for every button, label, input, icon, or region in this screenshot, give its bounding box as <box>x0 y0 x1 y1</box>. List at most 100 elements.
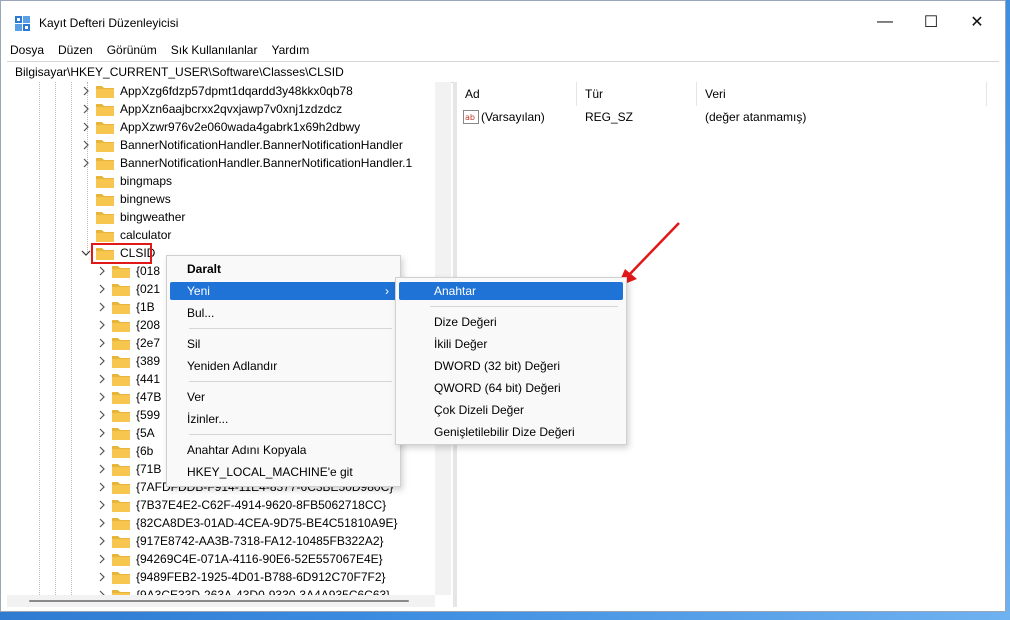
string-value-icon: ab <box>463 110 479 124</box>
chevron-right-icon[interactable] <box>97 266 107 276</box>
tree-item-child[interactable]: {917E8742-AA3B-7318-FA12-10485FB322A2} <box>97 532 384 550</box>
tree-item-label: {5A <box>136 426 155 440</box>
tree-item-child[interactable]: {82CA8DE3-01AD-4CEA-9D75-BE4C51810A9E} <box>97 514 398 532</box>
tree-item-child[interactable]: {2e7 <box>97 334 160 352</box>
value-type: REG_SZ <box>585 110 634 124</box>
tree-item-label: {1B <box>136 300 155 314</box>
tree-item-label: AppXzn6aajbcrxx2qvxjawp7v0xnj1zdzdcz <box>120 102 343 116</box>
chevron-right-icon[interactable] <box>97 482 107 492</box>
submenu-item-key[interactable]: Anahtar <box>399 282 623 300</box>
chevron-right-icon[interactable] <box>97 464 107 474</box>
tree-item-child[interactable]: {9489FEB2-1925-4D01-B788-6D912C70F7F2} <box>97 568 386 586</box>
chevron-right-icon[interactable] <box>97 446 107 456</box>
chevron-right-icon[interactable] <box>97 518 107 528</box>
tree-item-child[interactable]: {6b <box>97 442 153 460</box>
chevron-right-icon[interactable] <box>97 284 107 294</box>
registry-app-icon <box>15 16 30 31</box>
tree-item[interactable]: bingmaps <box>81 172 172 190</box>
tree-item[interactable]: AppXzg6fdzp57dpmt1dqardd3y48kkx0qb78 <box>81 82 353 100</box>
tree-item-child[interactable]: {71B <box>97 460 161 478</box>
scrollbar-thumb[interactable] <box>29 600 409 602</box>
menu-file[interactable]: Dosya <box>10 43 44 57</box>
menu-separator <box>430 306 618 307</box>
tree-horizontal-scrollbar[interactable] <box>7 595 435 607</box>
menu-separator <box>189 381 392 382</box>
tree-item-child[interactable]: {018 <box>97 262 160 280</box>
chevron-right-icon[interactable] <box>97 356 107 366</box>
tree-item[interactable]: bingweather <box>81 208 185 226</box>
menu-item-copy-key-name[interactable]: Anahtar Adını Kopyala <box>170 441 397 459</box>
tree-item[interactable]: calculator <box>81 226 171 244</box>
chevron-right-icon[interactable] <box>97 374 107 384</box>
submenu-item-string-value[interactable]: Dize Değeri <box>399 313 623 331</box>
submenu-item-multi-string-value[interactable]: Çok Dizeli Değer <box>399 401 623 419</box>
tree-item-child[interactable]: {7B37E4E2-C62F-4914-9620-8FB5062718CC} <box>97 496 386 514</box>
chevron-right-icon[interactable] <box>97 554 107 564</box>
menu-help[interactable]: Yardım <box>271 43 309 57</box>
chevron-right-icon[interactable] <box>81 86 91 96</box>
menu-item-export[interactable]: Ver <box>170 388 397 406</box>
menu-edit[interactable]: Düzen <box>58 43 93 57</box>
folder-icon <box>112 265 130 278</box>
chevron-right-icon[interactable] <box>97 338 107 348</box>
tree-item-child[interactable]: {599 <box>97 406 160 424</box>
chevron-right-icon[interactable] <box>97 572 107 582</box>
maximize-button[interactable]: ☐ <box>909 7 953 37</box>
folder-icon <box>96 229 114 242</box>
tree-item-label: {389 <box>136 354 161 368</box>
chevron-right-icon[interactable] <box>97 410 107 420</box>
tree-item[interactable]: AppXzwr976v2e060wada4gabrk1x69h2dbwy <box>81 118 360 136</box>
submenu-item-binary-value[interactable]: İkili Değer <box>399 335 623 353</box>
tree-item[interactable]: AppXzn6aajbcrxx2qvxjawp7v0xnj1zdzdcz <box>81 100 342 118</box>
menu-item-delete[interactable]: Sil <box>170 335 397 353</box>
minimize-button[interactable]: — <box>863 7 907 37</box>
chevron-right-icon[interactable] <box>81 158 91 168</box>
menu-view[interactable]: Görünüm <box>107 43 157 57</box>
tree-item-child[interactable]: {441 <box>97 370 160 388</box>
submenu-item-qword-value[interactable]: QWORD (64 bit) Değeri <box>399 379 623 397</box>
tree-item-label: bingweather <box>120 210 186 224</box>
chevron-right-icon[interactable] <box>81 104 91 114</box>
tree-item-label: {599 <box>136 408 161 422</box>
tree-item[interactable]: bingnews <box>81 190 171 208</box>
chevron-right-icon[interactable] <box>97 392 107 402</box>
address-bar[interactable]: Bilgisayar\HKEY_CURRENT_USER\Software\Cl… <box>7 61 999 83</box>
chevron-right-icon[interactable] <box>97 500 107 510</box>
submenu-item-expandable-string-value[interactable]: Genişletilebilir Dize Değeri <box>399 423 623 441</box>
menu-item-find[interactable]: Bul... <box>170 304 397 322</box>
folder-icon <box>112 301 130 314</box>
folder-icon <box>112 427 130 440</box>
menu-item-new[interactable]: Yeni › <box>170 282 397 300</box>
menu-item-permissions[interactable]: İzinler... <box>170 410 397 428</box>
menu-favorites[interactable]: Sık Kullanılanlar <box>171 43 258 57</box>
tree-item-child[interactable]: {021 <box>97 280 160 298</box>
close-button[interactable]: ✕ <box>955 7 999 37</box>
tree-item-label: {71B <box>136 462 162 476</box>
chevron-right-icon[interactable] <box>81 140 91 150</box>
column-data[interactable]: Veri <box>697 82 987 106</box>
chevron-right-icon[interactable] <box>97 536 107 546</box>
folder-icon <box>96 121 114 134</box>
tree-item-child[interactable]: {47B <box>97 388 161 406</box>
menu-item-goto-hklm[interactable]: HKEY_LOCAL_MACHINE'e git <box>170 463 397 481</box>
chevron-right-icon[interactable] <box>97 320 107 330</box>
menu-item-collapse[interactable]: Daralt <box>170 260 397 278</box>
chevron-right-icon[interactable] <box>97 428 107 438</box>
tree-item-child[interactable]: {208 <box>97 316 160 334</box>
submenu-item-dword-value[interactable]: DWORD (32 bit) Değeri <box>399 357 623 375</box>
tree-item-child[interactable]: {9A3CE33D-263A-43D0-9330-3A4A935C6C63} <box>97 586 390 595</box>
chevron-right-icon[interactable] <box>97 302 107 312</box>
tree-item-child[interactable]: {389 <box>97 352 160 370</box>
tree-item[interactable]: BannerNotificationHandler.BannerNotifica… <box>81 136 403 154</box>
menu-item-rename[interactable]: Yeniden Adlandır <box>170 357 397 375</box>
tree-item-child[interactable]: {94269C4E-071A-4116-90E6-52E557067E4E} <box>97 550 383 568</box>
value-row[interactable]: ab (Varsayılan) REG_SZ (değer atanmamış) <box>457 108 999 126</box>
column-type[interactable]: Tür <box>577 82 697 106</box>
tree-item[interactable]: BannerNotificationHandler.BannerNotifica… <box>81 154 412 172</box>
tree-item-child[interactable]: {5A <box>97 424 155 442</box>
column-name[interactable]: Ad <box>457 82 577 106</box>
chevron-down-icon[interactable] <box>81 248 91 258</box>
chevron-right-icon[interactable] <box>81 122 91 132</box>
registry-editor-window: Kayıt Defteri Düzenleyicisi — ☐ ✕ Dosya … <box>0 0 1006 612</box>
tree-item-child[interactable]: {1B <box>97 298 155 316</box>
